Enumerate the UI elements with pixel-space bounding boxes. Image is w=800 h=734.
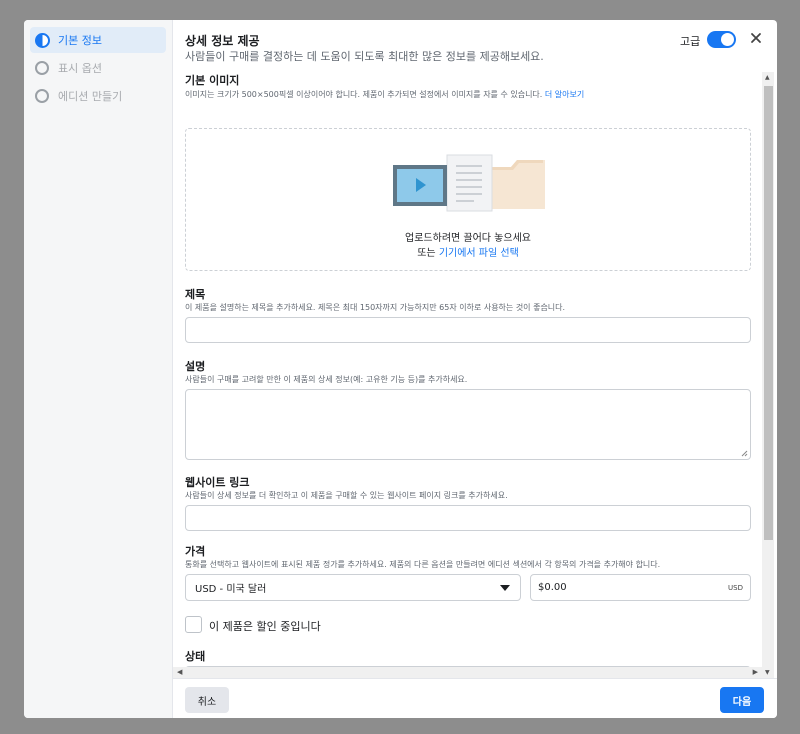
vertical-scrollbar[interactable]: ▲ ▼ <box>762 72 774 678</box>
cancel-button[interactable]: 취소 <box>185 687 229 713</box>
website-label: 웹사이트 링크 <box>185 476 250 489</box>
step-create-editions[interactable]: 에디션 만들기 <box>30 83 166 109</box>
on-sale-checkbox[interactable] <box>185 616 202 633</box>
title-help: 이 제품을 설명하는 제목을 추가하세요. 제목은 최대 150자까지 가능하지… <box>185 303 566 312</box>
next-button[interactable]: 다음 <box>720 687 764 713</box>
caret-down-icon <box>500 585 510 591</box>
image-section-help: 이미지는 크기가 500×500픽셀 이상이어야 합니다. 제품이 추가되면 설… <box>185 89 584 100</box>
step-label: 표시 옵션 <box>58 62 102 75</box>
half-filled-circle-icon <box>35 32 50 48</box>
choose-file-link[interactable]: 기기에서 파일 선택 <box>439 248 519 259</box>
currency-code: USD <box>728 583 743 592</box>
status-label: 상태 <box>185 650 206 663</box>
title-label: 제목 <box>185 288 206 301</box>
advanced-label: 고급 <box>680 35 701 48</box>
media-folder-illustration-icon <box>393 154 545 212</box>
dialog-subtitle: 사람들이 구매를 결정하는 데 도움이 되도록 최대한 많은 정보를 제공해보세… <box>185 50 544 63</box>
image-section-label: 기본 이미지 <box>185 74 240 87</box>
dialog-title: 상세 정보 제공 <box>185 34 260 48</box>
drop-instruction: 업로드하려면 끌어다 놓으세요 <box>405 233 531 244</box>
title-input[interactable] <box>185 317 751 343</box>
scroll-down-arrow-icon[interactable]: ▼ <box>765 669 770 676</box>
description-textarea[interactable] <box>185 389 751 460</box>
price-label: 가격 <box>185 545 206 558</box>
step-label: 기본 정보 <box>58 34 102 47</box>
form-scroll-area: 기본 이미지 이미지는 크기가 500×500픽셀 이상이어야 합니다. 제품이… <box>173 72 777 678</box>
price-input[interactable]: $0.00 USD <box>530 574 751 601</box>
empty-circle-icon <box>35 61 49 75</box>
choose-file-line: 또는 기기에서 파일 선택 <box>186 244 750 259</box>
or-text: 또는 <box>417 248 436 259</box>
learn-more-link[interactable]: 더 알아보기 <box>545 90 584 99</box>
toggle-knob <box>721 33 734 46</box>
step-label: 에디션 만들기 <box>58 90 123 103</box>
description-label: 설명 <box>185 360 206 373</box>
advanced-toggle[interactable] <box>707 31 736 48</box>
scroll-right-arrow-icon[interactable]: ▶ <box>753 668 758 676</box>
price-help: 통화를 선택하고 웹사이트에 표시된 제품 정가를 추가하세요. 제품의 다른 … <box>185 560 661 569</box>
price-value: $0.00 <box>538 582 567 593</box>
product-details-dialog: 기본 정보 표시 옵션 에디션 만들기 상세 정보 제공 사람들이 구매를 결정… <box>24 20 777 718</box>
on-sale-label: 이 제품은 할인 중입니다 <box>209 620 321 633</box>
scrollbar-thumb[interactable] <box>764 86 773 540</box>
horizontal-scrollbar[interactable]: ◀ ▶ <box>173 667 762 678</box>
image-dropzone[interactable]: 업로드하려면 끌어다 놓으세요 또는 기기에서 파일 선택 <box>185 128 751 271</box>
description-help: 사람들이 구매를 고려할 만한 이 제품의 상세 정보(예: 고유한 기능 등)… <box>185 375 468 384</box>
currency-select[interactable]: USD - 미국 달러 <box>185 574 521 601</box>
scroll-left-arrow-icon[interactable]: ◀ <box>177 668 182 676</box>
website-input[interactable] <box>185 505 751 531</box>
scroll-up-arrow-icon[interactable]: ▲ <box>765 74 770 81</box>
resize-handle-icon[interactable] <box>741 450 748 457</box>
steps-sidebar: 기본 정보 표시 옵션 에디션 만들기 <box>24 20 173 718</box>
close-icon[interactable] <box>748 30 764 46</box>
image-help-text: 이미지는 크기가 500×500픽셀 이상이어야 합니다. 제품이 추가되면 설… <box>185 90 543 99</box>
step-basic-info[interactable]: 기본 정보 <box>30 27 166 53</box>
step-display-options[interactable]: 표시 옵션 <box>30 55 166 81</box>
website-help: 사람들이 상세 정보를 더 확인하고 이 제품을 구매할 수 있는 웹사이트 페… <box>185 491 508 500</box>
currency-value: USD - 미국 달러 <box>195 584 267 595</box>
main-panel: 상세 정보 제공 사람들이 구매를 결정하는 데 도움이 되도록 최대한 많은 … <box>173 20 777 718</box>
empty-circle-icon <box>35 89 49 103</box>
dialog-footer: 취소 다음 <box>173 678 777 718</box>
